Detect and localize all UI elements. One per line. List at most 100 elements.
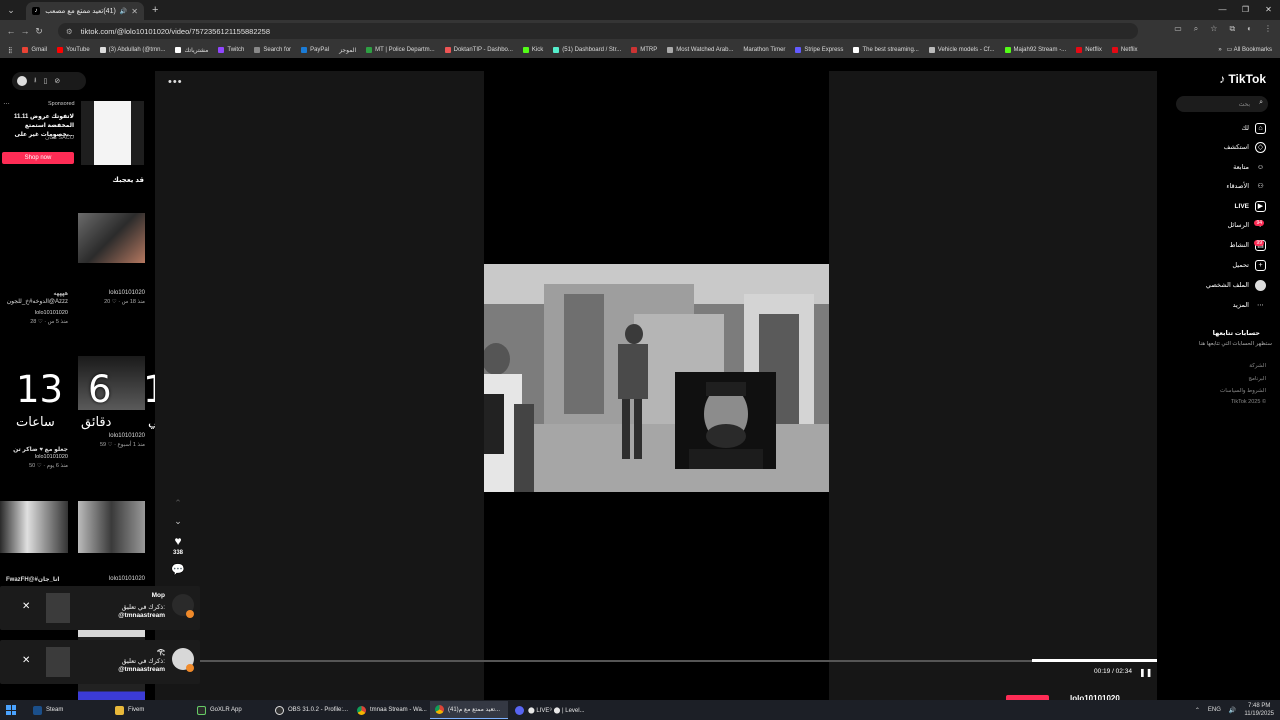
bookmark-item[interactable]: MTRP xyxy=(631,47,657,53)
nav-for-you[interactable]: لك ⌂ xyxy=(1242,121,1266,135)
bookmark-item[interactable]: PayPal xyxy=(301,47,329,53)
footer-link[interactable]: الشركة xyxy=(1249,363,1266,369)
back-icon[interactable]: ← xyxy=(4,26,18,36)
nav-profile[interactable]: الملف الشخصي xyxy=(1206,278,1266,292)
bookmark-item[interactable]: MT | Police Departm... xyxy=(366,47,435,53)
volume-icon[interactable]: 🔊 xyxy=(1229,707,1236,714)
close-icon[interactable]: ✕ xyxy=(22,655,30,666)
video-author[interactable]: lolo10101020 xyxy=(0,310,68,316)
cast-icon[interactable]: ▭ xyxy=(1174,24,1182,34)
bookmark-item[interactable]: (51) Dashboard / Str... xyxy=(553,47,621,53)
extensions-icon[interactable]: ⧉ xyxy=(1229,24,1235,34)
video-thumbnail[interactable] xyxy=(0,501,68,553)
footer-link[interactable]: الشروط والسياسات xyxy=(1220,388,1266,394)
bookmark-item[interactable]: Twitch xyxy=(218,47,244,53)
bookmark-item[interactable]: Most Watched Arab... xyxy=(667,47,733,53)
forward-icon[interactable]: → xyxy=(18,26,32,36)
nav-live[interactable]: LIVE ▶ xyxy=(1235,199,1266,213)
video-thumbnail[interactable] xyxy=(78,213,145,263)
video-caption[interactable]: lolo10101020 xyxy=(109,576,145,582)
nav-more[interactable]: المزيد ⋯ xyxy=(1233,298,1266,312)
video-player[interactable]: ••• ⌃ ⌄ ♥ 338 💬 xyxy=(155,71,1157,700)
video-thumbnail[interactable] xyxy=(2,188,68,252)
reload-icon[interactable]: ↻ xyxy=(32,26,46,37)
video-caption[interactable]: FwazFH@#انا_جان xyxy=(6,576,59,583)
menu-icon[interactable]: ⋮ xyxy=(1264,24,1272,34)
bookmark-item[interactable]: Gmail xyxy=(22,47,47,53)
tray-chevron-icon[interactable]: ⌃ xyxy=(1195,707,1200,714)
download-icon[interactable]: ⭳ xyxy=(34,76,36,87)
new-tab-button[interactable]: + xyxy=(152,4,158,16)
site-info-icon[interactable]: ⚙ xyxy=(66,27,73,36)
bookmark-item[interactable]: الموجز xyxy=(339,47,356,54)
bookmark-item[interactable]: DoktanTIP - Dashbo... xyxy=(444,47,513,53)
all-bookmarks-button[interactable]: » ▭ All Bookmarks xyxy=(1212,42,1272,58)
notification-toast[interactable]: ✕ Mop ذكرك في تعليق: @tmnaastream xyxy=(0,586,200,630)
video-caption[interactable]: جعلو مع ♥ ضاكر تن xyxy=(0,446,68,453)
video-frame[interactable] xyxy=(484,71,829,700)
taskbar-item-fivem[interactable]: Fivem xyxy=(110,701,190,719)
bookmark-item[interactable]: The best streaming... xyxy=(853,47,919,53)
bookmark-item[interactable]: Stripe Express xyxy=(795,47,843,53)
scroll-down-icon[interactable]: ⌄ xyxy=(165,516,191,527)
block-icon[interactable]: ⊘ xyxy=(54,77,60,85)
scroll-up-icon[interactable]: ⌃ xyxy=(165,498,191,509)
shop-now-button[interactable]: Shop now xyxy=(2,152,74,164)
tiktok-logo[interactable]: ♪ TikTok xyxy=(1219,72,1266,86)
more-options-icon[interactable]: ••• xyxy=(168,76,183,88)
comment-icon[interactable]: 💬 xyxy=(165,563,191,576)
footer-link[interactable]: البرنامج xyxy=(1248,376,1266,382)
apps-grid-icon[interactable]: ⣿ xyxy=(8,47,12,54)
video-caption[interactable]: ههههه الدوخه#خ_للجون@Azzz xyxy=(0,290,68,306)
taskbar-item-obs[interactable]: OBS 31.0.2 - Profile:... xyxy=(270,701,350,719)
bookmark-item[interactable]: Majah92 Stream -... xyxy=(1004,47,1066,53)
clock[interactable]: 7:48 PM 11/19/2025 xyxy=(1244,702,1274,718)
browser-tab-active[interactable]: ♪ (41)تعيد ممتع مع مصعب ال... 🔊 ✕ xyxy=(26,2,144,20)
like-icon[interactable]: ♥ xyxy=(165,534,191,548)
zoom-icon[interactable]: ⌕ xyxy=(1194,24,1198,34)
nav-upload[interactable]: تحميل + xyxy=(1232,258,1266,272)
language-indicator[interactable]: ENG xyxy=(1208,707,1221,713)
bookmark-item[interactable]: Vehicle models - Cf... xyxy=(928,47,995,53)
video-thumbnail[interactable] xyxy=(78,501,145,553)
bookmark-item[interactable]: مشترياتك xyxy=(175,47,208,54)
nav-following[interactable]: متابعة ☺ xyxy=(1233,160,1266,174)
close-icon[interactable]: ✕ xyxy=(22,601,30,612)
bookmark-item[interactable]: Netflix xyxy=(1111,47,1138,53)
ad-thumbnail[interactable] xyxy=(81,101,144,165)
tab-close-icon[interactable]: ✕ xyxy=(131,7,138,16)
phone-icon[interactable]: ▯ xyxy=(43,77,47,85)
window-close-icon[interactable]: ✕ xyxy=(1257,0,1280,20)
search-input[interactable]: بحث ⌕ xyxy=(1176,96,1268,112)
bookmark-item[interactable]: Search for xyxy=(254,47,291,53)
bookmark-item[interactable]: Netflix xyxy=(1076,47,1102,53)
pause-icon[interactable]: ❚❚ xyxy=(1139,668,1152,677)
avatar[interactable] xyxy=(17,76,27,86)
nav-explore[interactable]: استكشف ◇ xyxy=(1224,140,1266,154)
maximize-icon[interactable]: ❐ xyxy=(1234,0,1257,20)
notification-toast[interactable]: ✕ 𓂀 ذكرك في تعليق: @tmnaastream xyxy=(0,640,200,684)
search-icon[interactable]: ⌕ xyxy=(1259,99,1263,107)
taskbar-item-discord[interactable]: ⬤ LIVE⁹ ⬤ | Level... xyxy=(510,701,590,719)
progress-bar[interactable] xyxy=(1032,659,1157,662)
tab-audio-icon[interactable]: 🔊 xyxy=(120,8,127,15)
video-author[interactable]: lolo10101020 xyxy=(0,454,68,460)
bookmark-item[interactable]: YouTube xyxy=(57,47,90,53)
progress-track[interactable] xyxy=(200,660,1157,662)
nav-friends[interactable]: الأصدقاء ⚇ xyxy=(1226,179,1266,193)
video-caption[interactable]: lolo10101020 xyxy=(109,290,145,296)
start-button[interactable] xyxy=(0,700,22,720)
url-field[interactable]: ⚙ tiktok.com/@lolo10101020/video/7572356… xyxy=(58,23,1138,39)
profile-avatar-icon[interactable]: ◐ xyxy=(1247,24,1252,34)
ad-more-icon[interactable]: … xyxy=(3,99,10,106)
bookmark-item[interactable]: Marathon Timer xyxy=(743,47,785,53)
bookmark-item[interactable]: Kick xyxy=(522,47,543,53)
bookmark-star-icon[interactable]: ☆ xyxy=(1210,24,1217,34)
minimize-icon[interactable]: — xyxy=(1211,0,1234,20)
taskbar-item-chrome-2[interactable]: (41)تعيد ممتع مع م... xyxy=(430,701,508,719)
bookmark-item[interactable]: (3) Abdullah (@tmn... xyxy=(99,47,165,53)
tab-search-icon[interactable]: ⌄ xyxy=(2,1,20,19)
taskbar-item-chrome-1[interactable]: tmnaa Stream - Wa... xyxy=(352,701,428,719)
taskbar-item-goxlr[interactable]: GoXLR App xyxy=(192,701,268,719)
taskbar-item-steam[interactable]: Steam xyxy=(28,701,108,719)
